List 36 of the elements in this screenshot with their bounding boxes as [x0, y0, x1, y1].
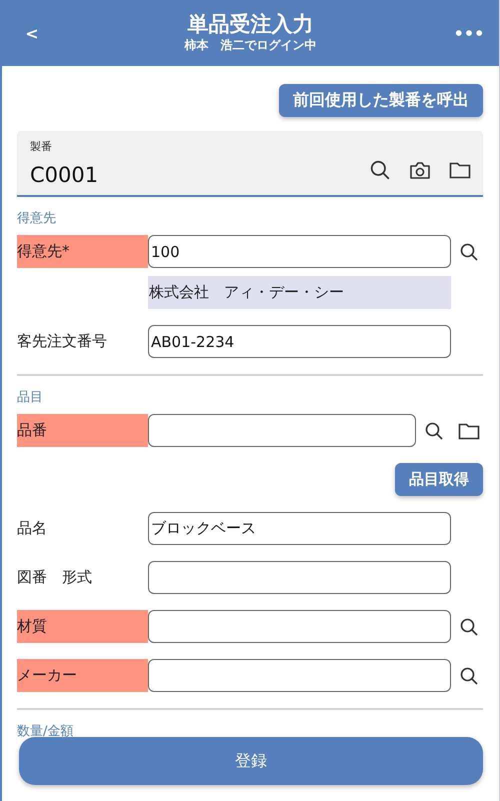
camera-icon[interactable] — [409, 160, 431, 180]
field-label: 得意先* — [17, 235, 148, 268]
field-label: 品名 — [17, 518, 48, 539]
search-icon[interactable] — [369, 159, 391, 181]
section-title: 得意先 — [17, 210, 57, 227]
search-icon[interactable] — [459, 666, 479, 686]
field-label: 製番 — [30, 139, 52, 154]
folder-icon[interactable] — [458, 422, 480, 440]
search-icon[interactable] — [424, 420, 444, 440]
login-status: 柿本 浩二でログイン中 — [184, 37, 316, 54]
customer-name: 株式会社 アィ・デー・シー — [148, 276, 451, 309]
lot-number-input[interactable]: C0001 — [30, 163, 369, 187]
search-icon[interactable] — [459, 242, 479, 262]
text-field[interactable] — [148, 659, 451, 692]
fetch-item-button[interactable]: 品目取得 — [395, 463, 483, 496]
register-button[interactable]: 登録 — [19, 737, 483, 785]
text-field[interactable]: AB01-2234 — [148, 325, 451, 358]
text-field[interactable]: 100 — [148, 235, 451, 268]
field-label: 材質 — [17, 610, 148, 643]
field-label: 客先注文番号 — [17, 331, 108, 352]
search-icon[interactable] — [459, 616, 479, 636]
field-label: 品番 — [17, 414, 148, 447]
lot-number-field[interactable]: 製番 C0001 — [17, 131, 483, 197]
folder-icon[interactable] — [449, 161, 471, 179]
text-field[interactable] — [148, 610, 451, 643]
page-title: 単品受注入力 — [188, 12, 314, 38]
field-label: 図番 形式 — [17, 567, 93, 588]
text-field[interactable] — [148, 561, 451, 594]
section-title: 数量/金額 — [17, 723, 74, 740]
recall-button[interactable]: 前回使用した製番を呼出 — [279, 84, 483, 117]
section-title: 品目 — [17, 389, 44, 406]
field-label: メーカー — [17, 659, 148, 692]
text-field[interactable] — [148, 414, 416, 447]
more-button[interactable]: ••• — [448, 22, 490, 44]
text-field[interactable]: ブロックベース — [148, 512, 451, 545]
back-button[interactable]: < — [19, 22, 45, 44]
